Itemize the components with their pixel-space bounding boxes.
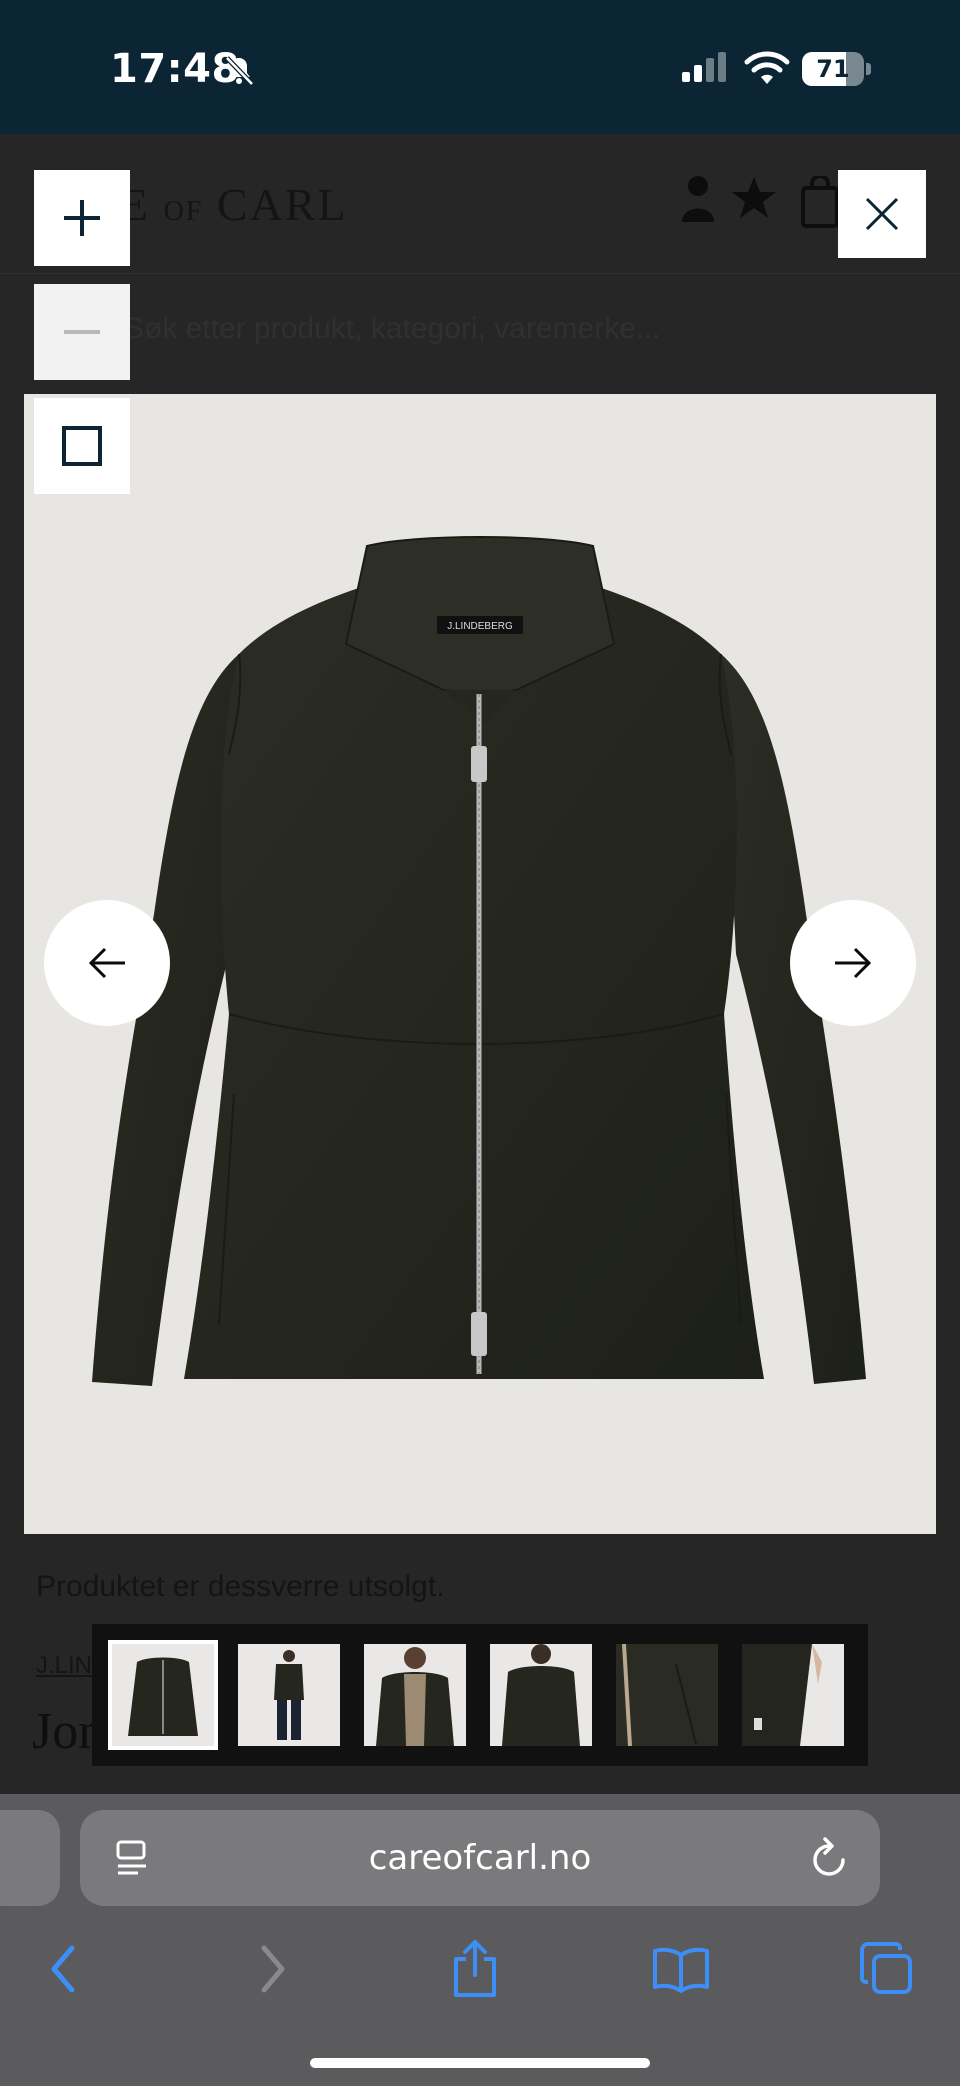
thumbnail-3[interactable] [364,1644,466,1746]
sold-out-message: Produktet er dessverre utsolgt. [36,1570,445,1603]
address-bar[interactable]: careofcarl.no [80,1810,880,1906]
back-button[interactable] [28,1934,98,2004]
zoom-out-button[interactable] [34,284,130,380]
tabs-icon [860,1942,912,1994]
thumbnail-5[interactable] [616,1644,718,1746]
url-text: careofcarl.no [368,1838,592,1878]
cellular-signal-icon [682,52,726,82]
thumbnail-4[interactable] [490,1644,592,1746]
account-icon [682,176,714,222]
share-button[interactable] [440,1934,510,2004]
forward-chevron-icon [261,1945,285,1993]
back-chevron-icon [51,1945,75,1993]
browser-toolbar: careofcarl.no [0,1794,960,2086]
tabs-button[interactable] [852,1934,922,2004]
status-bar: 17:48 71 [0,0,960,134]
thumbnail-strip [92,1624,868,1766]
square-frame-icon [62,426,102,466]
shopping-bag-icon [801,176,839,228]
reload-icon[interactable] [810,1836,850,1880]
site-search-placeholder: Søk etter produkt, kategori, varemerke..… [124,312,661,345]
bell-slash-icon [225,56,254,86]
fit-to-screen-button[interactable] [34,398,130,494]
site-logo: E OF CARL [120,179,348,230]
share-icon [454,1940,496,1997]
forward-button[interactable] [238,1934,308,2004]
battery-icon: 71 [802,52,872,86]
favorites-star-icon [732,177,776,218]
previous-tab-peek[interactable] [0,1810,60,1906]
plus-icon [64,200,100,236]
thumbnail-6[interactable] [742,1644,844,1746]
zoom-in-button[interactable] [34,170,130,266]
battery-level: 71 [816,55,850,83]
minus-icon [64,330,100,334]
close-lightbox-button[interactable] [838,170,926,258]
arrow-left-icon [88,947,125,979]
site-header: E OF CARL [0,134,960,274]
arrow-right-icon [835,947,872,979]
bookmarks-button[interactable] [646,1934,716,2004]
home-indicator [310,2058,650,2068]
previous-image-button[interactable] [44,900,170,1026]
bookmarks-icon [653,1947,709,1993]
close-icon [865,197,899,231]
next-image-button[interactable] [790,900,916,1026]
thumbnail-1[interactable] [108,1640,218,1750]
thumbnail-2[interactable] [238,1644,340,1746]
garment-label: J.LINDEBERG [447,621,513,632]
wifi-icon [744,51,790,84]
status-time: 17:48 [110,46,240,92]
